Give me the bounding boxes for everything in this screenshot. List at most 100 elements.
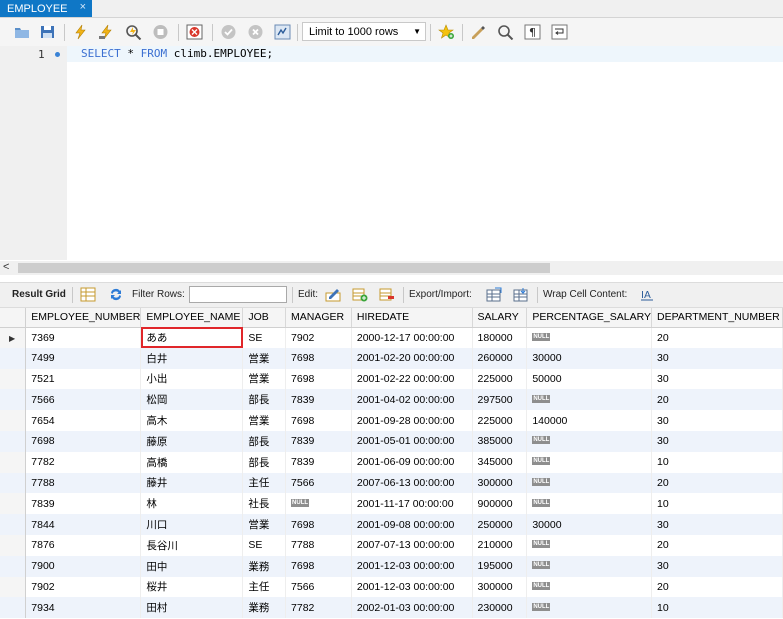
grid-cell[interactable]: 300000 bbox=[472, 472, 528, 494]
grid-cell[interactable]: 7839 bbox=[285, 389, 352, 411]
row-header[interactable] bbox=[0, 514, 27, 535]
grid-cell[interactable]: 7499 bbox=[25, 347, 142, 369]
limit-rows-select[interactable]: Limit to 1000 rows ▼ bbox=[302, 22, 426, 41]
grid-cell[interactable]: 桜井 bbox=[140, 576, 244, 598]
grid-cell[interactable]: 180000 bbox=[472, 327, 528, 348]
import-icon[interactable] bbox=[513, 287, 529, 302]
column-header[interactable]: PERCENTAGE_SALARY bbox=[526, 308, 652, 328]
column-header[interactable]: EMPLOYEE_NAME bbox=[140, 308, 244, 328]
grid-cell[interactable]: NULL bbox=[526, 576, 652, 598]
grid-cell[interactable]: 7654 bbox=[25, 410, 142, 431]
column-header[interactable]: DEPARTMENT_NUMBER bbox=[651, 308, 783, 328]
row-header[interactable] bbox=[0, 597, 27, 619]
table-row[interactable]: 7788 藤井 主任 7566 2007-06-13 00:00:00 300000 NUL… bbox=[0, 472, 783, 494]
grid-cell[interactable]: 7844 bbox=[25, 514, 142, 535]
scroll-left-icon[interactable]: < bbox=[3, 261, 9, 273]
grid-cell[interactable]: NULL bbox=[526, 389, 652, 411]
grid-cell[interactable]: 7566 bbox=[25, 389, 142, 411]
table-row[interactable]: 7698 藤原 部長 7839 2001-05-01 00:00:00 385000 NUL… bbox=[0, 430, 783, 452]
grid-cell[interactable]: 260000 bbox=[472, 347, 528, 369]
bookmark-star-icon[interactable] bbox=[438, 24, 455, 40]
grid-cell[interactable]: 7782 bbox=[25, 451, 142, 473]
grid-cell[interactable]: 社長 bbox=[242, 493, 287, 515]
row-header[interactable] bbox=[0, 368, 27, 390]
grid-cell[interactable]: 主任 bbox=[242, 472, 287, 494]
grid-cell[interactable]: 小出 bbox=[140, 368, 244, 390]
grid-cell[interactable]: 195000 bbox=[472, 555, 528, 577]
grid-cell[interactable]: 900000 bbox=[472, 493, 528, 515]
grid-cell[interactable]: 20 bbox=[651, 327, 783, 348]
grid-cell[interactable]: 藤原 bbox=[140, 430, 244, 452]
grid-cell[interactable]: 7788 bbox=[285, 534, 352, 556]
grid-cell[interactable]: NULL bbox=[526, 493, 652, 515]
grid-cell[interactable]: 10 bbox=[651, 493, 783, 515]
grid-cell[interactable]: 高木 bbox=[140, 410, 244, 431]
grid-cell[interactable]: SE bbox=[242, 327, 287, 348]
table-row[interactable]: 7782 高橋 部長 7839 2001-06-09 00:00:00 345000 NUL… bbox=[0, 451, 783, 473]
grid-cell[interactable]: 20 bbox=[651, 576, 783, 598]
row-header[interactable] bbox=[0, 347, 27, 369]
tab-employee[interactable]: EMPLOYEE × bbox=[0, 0, 92, 17]
toggle-error-icon[interactable] bbox=[186, 24, 203, 40]
table-row[interactable]: 7934 田村 業務 7782 2002-01-03 00:00:00 230000 NUL… bbox=[0, 597, 783, 619]
grid-cell[interactable]: NULL bbox=[526, 451, 652, 473]
grid-cell[interactable]: 藤井 bbox=[140, 472, 244, 494]
row-header[interactable] bbox=[0, 555, 27, 577]
grid-cell[interactable]: 2001-04-02 00:00:00 bbox=[351, 389, 473, 411]
grid-cell[interactable]: 長谷川 bbox=[140, 534, 244, 556]
column-header[interactable]: HIREDATE bbox=[351, 308, 473, 328]
editor-horizontal-scrollbar[interactable]: < bbox=[0, 261, 783, 275]
row-header[interactable] bbox=[0, 410, 27, 431]
grid-cell[interactable]: 7900 bbox=[25, 555, 142, 577]
table-row[interactable]: 7839 林社長 NULL 2001-11-17 00:00:00 900000 NULL… bbox=[0, 493, 783, 515]
grid-cell[interactable]: 20 bbox=[651, 389, 783, 411]
grid-cell[interactable]: 50000 bbox=[526, 368, 652, 390]
grid-cell[interactable]: 7839 bbox=[285, 430, 352, 452]
table-row[interactable]: 7902 桜井 主任 7566 2001-12-03 00:00:00 300000 NUL… bbox=[0, 576, 783, 598]
add-row-icon[interactable] bbox=[352, 287, 368, 302]
grid-cell[interactable]: 300000 bbox=[472, 576, 528, 598]
grid-cell[interactable]: 2007-07-13 00:00:00 bbox=[351, 534, 473, 556]
grid-cell[interactable]: 30 bbox=[651, 368, 783, 390]
grid-cell[interactable]: 2001-05-01 00:00:00 bbox=[351, 430, 473, 452]
grid-cell[interactable]: 2001-02-20 00:00:00 bbox=[351, 347, 473, 369]
row-header[interactable] bbox=[0, 451, 27, 473]
grid-cell[interactable]: 営業 bbox=[242, 368, 287, 390]
grid-cell[interactable]: 田村 bbox=[140, 597, 244, 619]
grid-cell[interactable]: 松岡 bbox=[140, 389, 244, 411]
commit-icon[interactable] bbox=[220, 24, 237, 40]
grid-cell[interactable]: 297500 bbox=[472, 389, 528, 411]
save-icon[interactable] bbox=[39, 24, 56, 40]
grid-cell[interactable]: 2001-09-08 00:00:00 bbox=[351, 514, 473, 535]
row-header[interactable] bbox=[0, 472, 27, 494]
grid-cell[interactable]: 7934 bbox=[25, 597, 142, 619]
edit-row-icon[interactable] bbox=[325, 287, 341, 302]
refresh-icon[interactable] bbox=[108, 287, 124, 302]
grid-cell[interactable]: 部長 bbox=[242, 451, 287, 473]
grid-cell[interactable]: 250000 bbox=[472, 514, 528, 535]
table-row[interactable]: 7900 田中 業務 7698 2001-12-03 00:00:00 195000 NUL… bbox=[0, 555, 783, 577]
grid-cell[interactable]: 2007-06-13 00:00:00 bbox=[351, 472, 473, 494]
grid-cell[interactable]: 7566 bbox=[285, 576, 352, 598]
grid-cell[interactable]: 2000-12-17 00:00:00 bbox=[351, 327, 473, 348]
grid-cell[interactable]: 230000 bbox=[472, 597, 528, 619]
grid-cell[interactable]: 7698 bbox=[285, 410, 352, 431]
table-row[interactable]: 7654 高木 営業 7698 2001-09-28 00:00:00 225000 140… bbox=[0, 410, 783, 431]
row-header[interactable] bbox=[0, 534, 27, 556]
grid-cell[interactable]: 田中 bbox=[140, 555, 244, 577]
grid-cell[interactable]: NULL bbox=[526, 534, 652, 556]
grid-cell[interactable]: NULL bbox=[526, 555, 652, 577]
grid-cell[interactable]: 2001-12-03 00:00:00 bbox=[351, 555, 473, 577]
grid-cell[interactable]: 2001-11-17 00:00:00 bbox=[351, 493, 473, 515]
export-icon[interactable] bbox=[486, 287, 502, 302]
grid-cell[interactable]: 7902 bbox=[285, 327, 352, 348]
grid-cell[interactable]: 7521 bbox=[25, 368, 142, 390]
rollback-icon[interactable] bbox=[247, 24, 264, 40]
wrap-cell-icon[interactable]: IA bbox=[640, 287, 656, 302]
grid-cell[interactable]: 営業 bbox=[242, 410, 287, 431]
row-header[interactable] bbox=[0, 576, 27, 598]
grid-cell[interactable]: 30000 bbox=[526, 347, 652, 369]
grid-cell[interactable]: NULL bbox=[285, 493, 352, 515]
grid-cell[interactable]: 部長 bbox=[242, 430, 287, 452]
grid-cell[interactable]: NULL bbox=[526, 472, 652, 494]
